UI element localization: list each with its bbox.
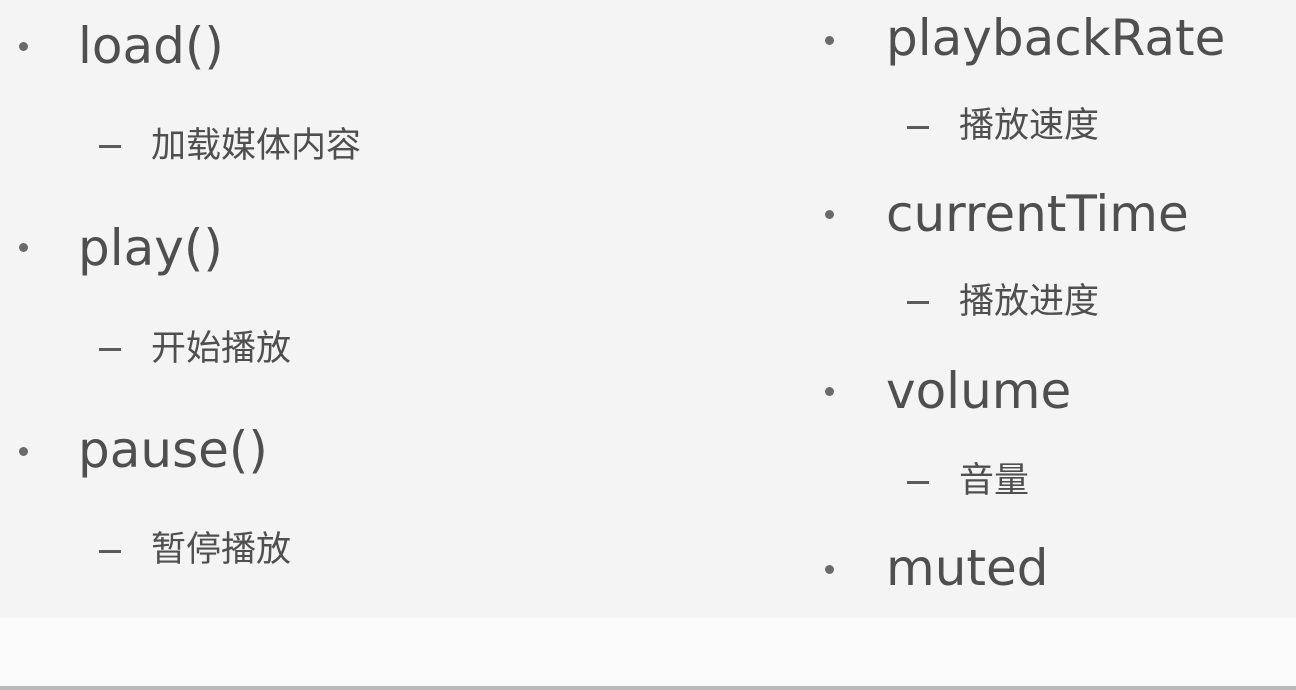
property-term: playbackRate	[886, 9, 1226, 67]
property-description: 播放进度	[959, 282, 1100, 322]
method-term: pause()	[78, 421, 268, 479]
method-term: play()	[78, 219, 223, 277]
bullet-icon	[825, 210, 834, 219]
property-term: volume	[886, 362, 1072, 420]
method-description: 开始播放	[151, 329, 292, 369]
bottom-band	[0, 618, 1296, 690]
bullet-icon	[19, 42, 28, 51]
dash-icon	[99, 550, 121, 553]
bullet-icon	[825, 565, 834, 574]
bullet-icon	[19, 447, 28, 456]
dash-icon	[907, 481, 929, 484]
method-description: 暂停播放	[151, 530, 292, 570]
property-term: currentTime	[886, 185, 1189, 243]
method-description: 加载媒体内容	[151, 126, 362, 166]
slide: load() 加载媒体内容 play() 开始播放 pause() 暂停播放 p…	[0, 0, 1296, 690]
dash-icon	[99, 145, 121, 148]
property-description: 播放速度	[959, 106, 1100, 146]
bottom-divider	[0, 686, 1296, 690]
bullet-icon	[825, 36, 834, 45]
dash-icon	[99, 348, 121, 351]
bullet-icon	[825, 387, 834, 396]
method-term: load()	[78, 17, 224, 75]
dash-icon	[907, 126, 929, 129]
property-term: muted	[886, 539, 1049, 597]
bullet-icon	[19, 243, 28, 252]
dash-icon	[907, 301, 929, 304]
property-description: 音量	[959, 461, 1030, 501]
